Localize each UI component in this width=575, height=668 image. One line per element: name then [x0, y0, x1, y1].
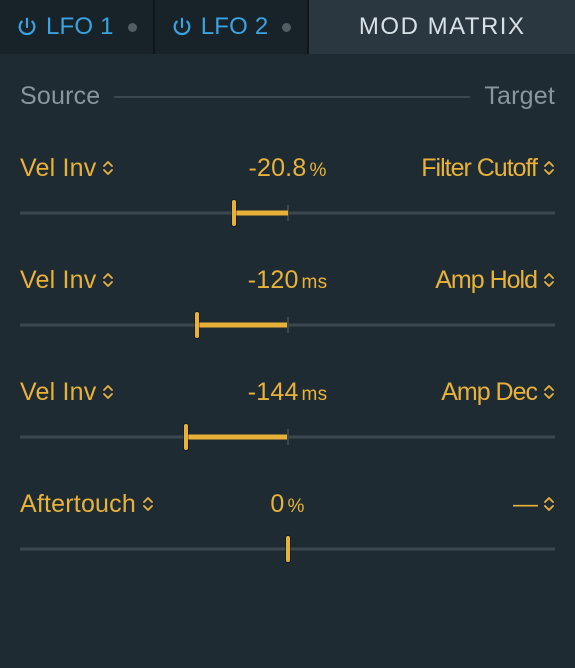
- updown-icon: [102, 383, 114, 401]
- updown-icon: [102, 271, 114, 289]
- mod-amount[interactable]: -120ms: [248, 266, 328, 295]
- slider-handle[interactable]: [195, 312, 199, 338]
- mod-row-top: Vel Inv -144ms Amp Dec: [20, 375, 555, 409]
- tab-label: MOD MATRIX: [359, 13, 526, 41]
- source-selector[interactable]: Vel Inv: [20, 266, 150, 295]
- power-icon[interactable]: [171, 16, 193, 38]
- mod-amount-unit: %: [309, 160, 326, 181]
- mod-row: Vel Inv -20.8% Filter Cutoff: [20, 125, 555, 237]
- tab-lfo-2[interactable]: LFO 2: [155, 0, 310, 54]
- updown-icon: [543, 159, 555, 177]
- source-selector[interactable]: Vel Inv: [20, 154, 150, 183]
- mod-amount-value: -120: [248, 266, 299, 294]
- updown-icon: [142, 495, 154, 513]
- mod-row-top: Vel Inv -120ms Amp Hold: [20, 263, 555, 297]
- updown-icon: [102, 159, 114, 177]
- updown-icon: [543, 271, 555, 289]
- mod-row-top: Vel Inv -20.8% Filter Cutoff: [20, 151, 555, 185]
- tab-label: LFO 2: [201, 13, 269, 41]
- mod-amount[interactable]: -144ms: [248, 378, 328, 407]
- source-label: Aftertouch: [20, 490, 136, 519]
- mod-amount-unit: ms: [302, 272, 328, 293]
- source-label: Vel Inv: [20, 266, 96, 295]
- slider-handle[interactable]: [286, 536, 290, 562]
- mod-amount-value: 0: [270, 490, 284, 518]
- tab-bar: LFO 1 LFO 2 MOD MATRIX: [0, 0, 575, 54]
- target-selector[interactable]: —: [405, 490, 555, 519]
- mod-amount-unit: %: [288, 496, 305, 517]
- mod-slider[interactable]: [20, 311, 555, 339]
- mod-row: Vel Inv -144ms Amp Dec: [20, 349, 555, 461]
- mod-row: Vel Inv -120ms Amp Hold: [20, 237, 555, 349]
- slider-fill: [234, 211, 288, 216]
- tab-mod-matrix[interactable]: MOD MATRIX: [309, 0, 575, 54]
- mod-slider[interactable]: [20, 199, 555, 227]
- source-label: Vel Inv: [20, 154, 96, 183]
- header-target: Target: [484, 82, 555, 111]
- header-divider: [114, 96, 470, 98]
- column-headers: Source Target: [0, 54, 575, 119]
- mod-row: Aftertouch 0% —: [20, 461, 555, 573]
- power-icon[interactable]: [16, 16, 38, 38]
- indicator-dot: [282, 23, 291, 32]
- mod-rows: Vel Inv -20.8% Filter Cutoff: [0, 119, 575, 573]
- mod-amount-value: -144: [248, 378, 299, 406]
- slider-fill: [197, 323, 288, 328]
- indicator-dot: [128, 23, 137, 32]
- source-selector[interactable]: Aftertouch: [20, 490, 154, 519]
- updown-icon: [543, 383, 555, 401]
- mod-amount-unit: ms: [302, 384, 328, 405]
- updown-icon: [543, 495, 555, 513]
- mod-slider[interactable]: [20, 423, 555, 451]
- target-label: Filter Cutoff: [421, 154, 537, 183]
- target-selector[interactable]: Amp Hold: [405, 266, 555, 295]
- target-label: Amp Hold: [435, 266, 537, 295]
- tab-label: LFO 1: [46, 13, 114, 41]
- mod-amount[interactable]: 0%: [270, 490, 304, 519]
- target-label: Amp Dec: [441, 378, 537, 407]
- mod-row-top: Aftertouch 0% —: [20, 487, 555, 521]
- mod-amount-value: -20.8: [248, 154, 306, 182]
- target-selector[interactable]: Amp Dec: [405, 378, 555, 407]
- mod-slider[interactable]: [20, 535, 555, 563]
- slider-handle[interactable]: [184, 424, 188, 450]
- tab-lfo-1[interactable]: LFO 1: [0, 0, 155, 54]
- slider-fill: [186, 435, 288, 440]
- target-label: —: [513, 490, 537, 519]
- source-selector[interactable]: Vel Inv: [20, 378, 150, 407]
- source-label: Vel Inv: [20, 378, 96, 407]
- slider-handle[interactable]: [232, 200, 236, 226]
- mod-amount[interactable]: -20.8%: [248, 154, 326, 183]
- target-selector[interactable]: Filter Cutoff: [405, 154, 555, 183]
- header-source: Source: [20, 82, 100, 111]
